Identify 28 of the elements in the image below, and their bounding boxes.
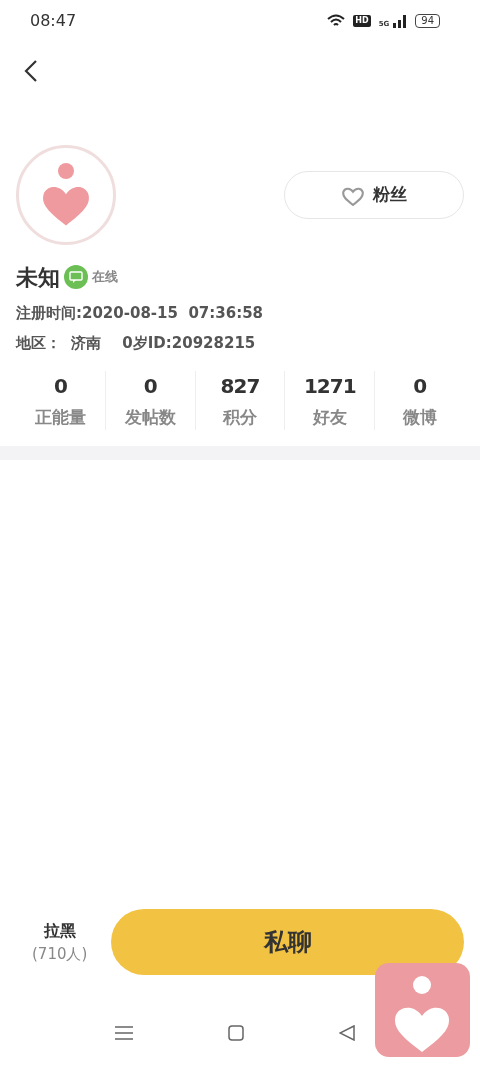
signal-icon	[393, 14, 408, 28]
region-info: 地区： 济南 0岁ID:20928215	[14, 333, 257, 354]
stat-label: 微博	[401, 405, 438, 429]
hd-label: HD	[353, 15, 371, 27]
status-time: 08:47	[30, 10, 77, 32]
block-count: (710人)	[32, 943, 88, 965]
stat-value: 0	[412, 372, 428, 400]
registration-time: 注册时间:2020-08-15 07:36:58	[15, 302, 264, 324]
stat-label: 发帖数	[123, 405, 177, 429]
battery-level: 94	[415, 14, 440, 28]
user-name: 未知	[16, 263, 60, 292]
block-label[interactable]: 拉黑	[32, 918, 88, 943]
stat-value: 0	[142, 372, 158, 400]
online-status: 在线	[92, 268, 118, 287]
fans-button[interactable]: 粉丝	[284, 170, 464, 219]
app-logo-icon	[375, 963, 470, 1057]
chat-button[interactable]: 私聊	[111, 909, 464, 975]
back-triangle-icon[interactable]	[339, 1025, 355, 1041]
stat-label: 好友	[311, 405, 348, 429]
stat-value: 0	[52, 372, 68, 400]
stat-value: 827	[219, 372, 261, 400]
stat-value: 1271	[302, 372, 357, 400]
menu-icon[interactable]	[115, 1025, 133, 1041]
back-icon[interactable]	[24, 58, 38, 83]
wifi-icon	[327, 14, 346, 28]
stat-label: 积分	[221, 405, 258, 429]
stat-label: 正能量	[33, 405, 87, 429]
home-icon[interactable]	[228, 1025, 244, 1041]
